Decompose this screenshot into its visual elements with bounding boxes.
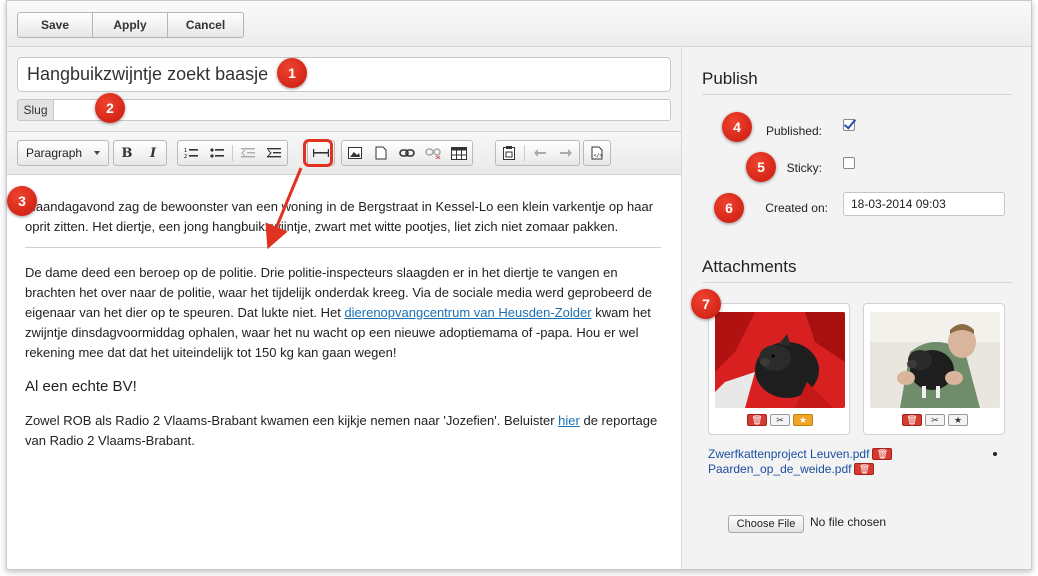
undo-icon[interactable] <box>527 141 553 165</box>
paragraph-2: De dame deed een beroep op de politie. D… <box>25 263 665 363</box>
editor-pane: Hangbuikzwijntje zoekt baasje Slug Parag… <box>7 47 681 569</box>
attachments-title: Attachments <box>702 257 1012 283</box>
attachment-file-link[interactable]: Zwerfkattenproject Leuven.pdf <box>708 447 869 461</box>
paste-icon[interactable] <box>496 141 522 165</box>
format-select-label: Paragraph <box>26 146 83 160</box>
action-button-group: Save Apply Cancel <box>17 12 244 38</box>
unlink-icon[interactable] <box>420 141 446 165</box>
callout-3: 3 <box>7 186 37 216</box>
trash-icon[interactable]: 🗑 <box>747 414 767 426</box>
insert-group <box>341 140 473 166</box>
ordered-list-icon[interactable]: 12 <box>178 141 204 165</box>
italic-icon[interactable]: I <box>140 141 166 165</box>
publish-title: Publish <box>702 69 1012 95</box>
format-group: Paragraph <box>17 140 109 166</box>
pig-photo-2 <box>870 312 1000 408</box>
listen-link[interactable]: hier <box>558 413 580 428</box>
choose-file-button[interactable]: Choose File <box>728 515 804 533</box>
created-on-input[interactable]: 18-03-2014 09:03 <box>843 192 1005 216</box>
callout-7: 7 <box>691 289 721 319</box>
attachment-thumbnail[interactable]: 🗑 ✂ ★ <box>863 303 1005 435</box>
table-icon[interactable] <box>446 141 472 165</box>
shelter-link[interactable]: dierenopvangcentrum van Heusden-Zolder <box>344 305 591 320</box>
link-icon[interactable] <box>394 141 420 165</box>
callout-1: 1 <box>277 58 307 88</box>
attachment-file: Zwerfkattenproject Leuven.pdf 🗑 <box>708 447 893 461</box>
action-toolbar: Save Apply Cancel <box>7 1 1031 47</box>
rich-text-toolbar: Paragraph B I 12 </> <box>7 131 681 175</box>
sticky-checkbox[interactable] <box>843 157 855 169</box>
trash-icon[interactable]: 🗑 <box>872 448 893 460</box>
list-bullet <box>993 452 997 456</box>
title-input[interactable]: Hangbuikzwijntje zoekt baasje <box>17 57 671 92</box>
trash-icon[interactable]: 🗑 <box>902 414 922 426</box>
published-label: Published: <box>765 124 822 138</box>
redo-icon[interactable] <box>553 141 579 165</box>
toolbar-divider <box>232 145 233 161</box>
list-group: 12 <box>177 140 288 166</box>
callout-5: 5 <box>746 152 776 182</box>
crop-icon[interactable]: ✂ <box>925 414 945 426</box>
svg-text:</>: </> <box>594 153 603 159</box>
slug-label: Slug <box>17 99 53 121</box>
published-checkbox[interactable] <box>843 119 855 131</box>
trash-icon[interactable]: 🗑 <box>854 463 875 475</box>
crop-icon[interactable]: ✂ <box>770 414 790 426</box>
paragraph-3-text-a: Zowel ROB als Radio 2 Vlaams-Brabant kwa… <box>25 413 559 428</box>
history-group <box>495 140 580 166</box>
outdent-icon[interactable] <box>235 141 261 165</box>
source-group: </> <box>583 140 611 166</box>
attachment-file: Paarden_op_de_weide.pdf 🗑 <box>708 462 875 476</box>
unordered-list-icon[interactable] <box>204 141 230 165</box>
source-code-icon[interactable]: </> <box>584 141 610 165</box>
horizontal-rule <box>25 247 661 248</box>
editor-window: Save Apply Cancel Hangbuikzwijntje zoekt… <box>6 0 1032 570</box>
attachment-thumbnail[interactable]: 🗑 ✂ ★ <box>708 303 850 435</box>
pig-photo-1 <box>715 312 845 408</box>
apply-button[interactable]: Apply <box>93 13 168 37</box>
attachment-actions: 🗑 ✂ ★ <box>864 414 1006 426</box>
paragraph-1: Maandagavond zag de bewoonster van een w… <box>25 199 654 234</box>
content-heading: Al een echte BV! <box>25 378 137 395</box>
no-file-label: No file chosen <box>810 515 887 529</box>
svg-text:2: 2 <box>184 154 187 159</box>
text-style-group: B I <box>113 140 167 166</box>
star-icon[interactable]: ★ <box>948 414 968 426</box>
callout-2: 2 <box>95 93 125 123</box>
star-filled-icon[interactable]: ★ <box>793 414 813 426</box>
file-icon[interactable] <box>368 141 394 165</box>
cancel-button[interactable]: Cancel <box>168 13 243 37</box>
save-button[interactable]: Save <box>18 13 93 37</box>
paragraph-3: Zowel ROB als Radio 2 Vlaams-Brabant kwa… <box>25 411 665 451</box>
highlight-box <box>303 139 333 167</box>
indent-icon[interactable] <box>261 141 287 165</box>
callout-4: 4 <box>722 112 752 142</box>
image-icon[interactable] <box>342 141 368 165</box>
format-select[interactable]: Paragraph <box>18 141 108 165</box>
chevron-down-icon <box>94 151 100 155</box>
slug-input[interactable] <box>53 99 671 121</box>
attachment-file-link[interactable]: Paarden_op_de_weide.pdf <box>708 462 851 476</box>
bold-icon[interactable]: B <box>114 141 140 165</box>
attachment-actions: 🗑 ✂ ★ <box>709 414 851 426</box>
callout-6: 6 <box>714 193 744 223</box>
toolbar-divider <box>524 145 525 161</box>
